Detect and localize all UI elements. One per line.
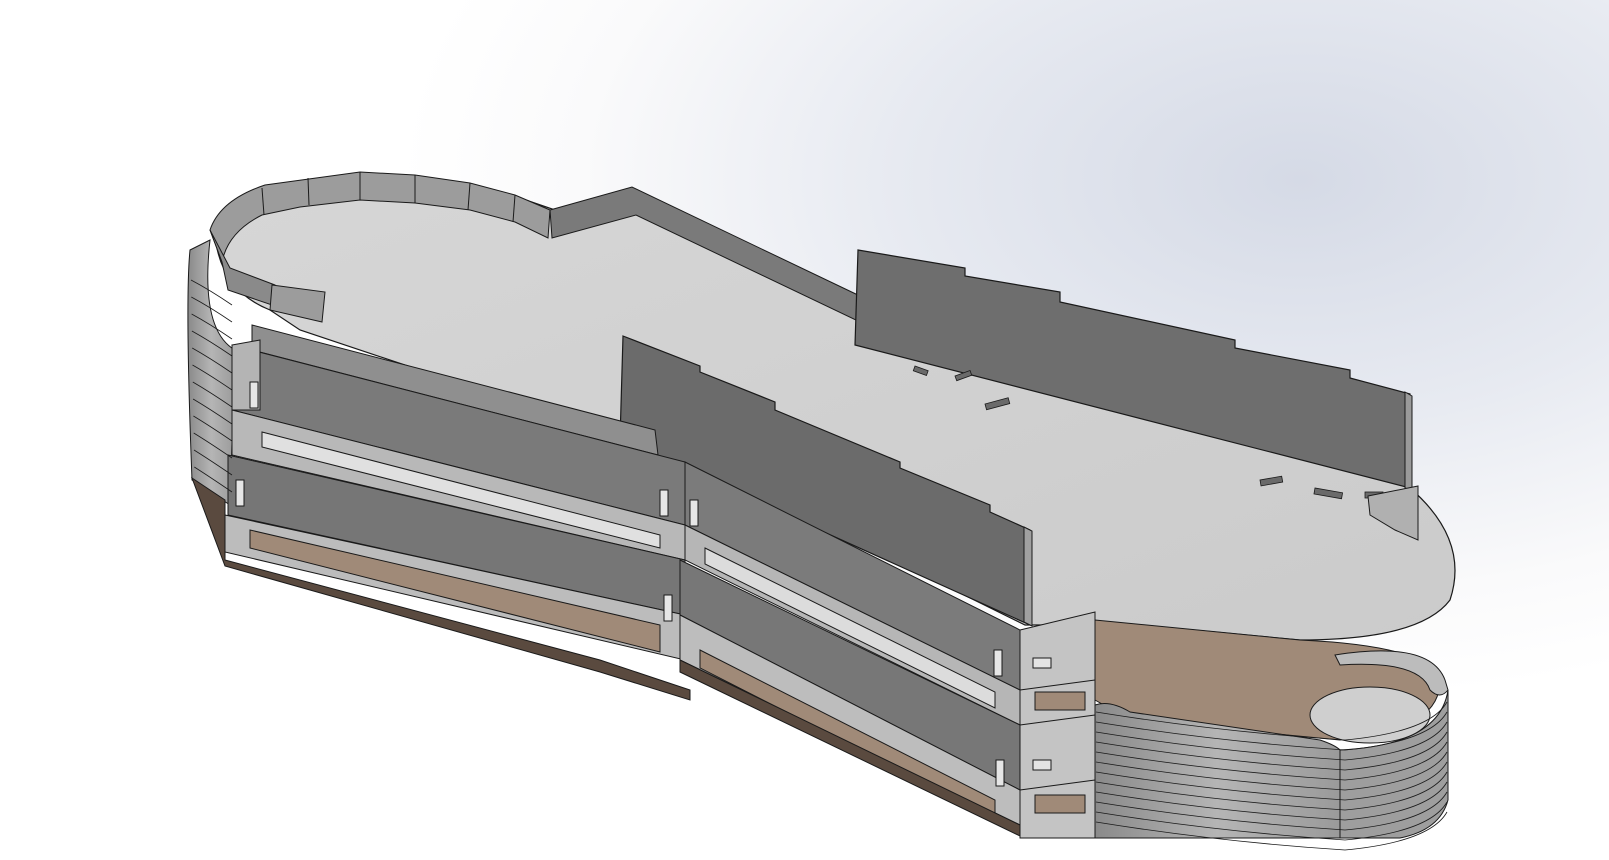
center-partition-end (1023, 526, 1033, 627)
right-lower-curved-tier[interactable] (1094, 619, 1449, 839)
front-corner-pillar[interactable] (1019, 611, 1096, 839)
3d-assembly-model[interactable] (0, 0, 1609, 860)
cad-graphics-viewport[interactable] (0, 0, 1609, 860)
rear-partition-top-edge (1404, 391, 1413, 491)
